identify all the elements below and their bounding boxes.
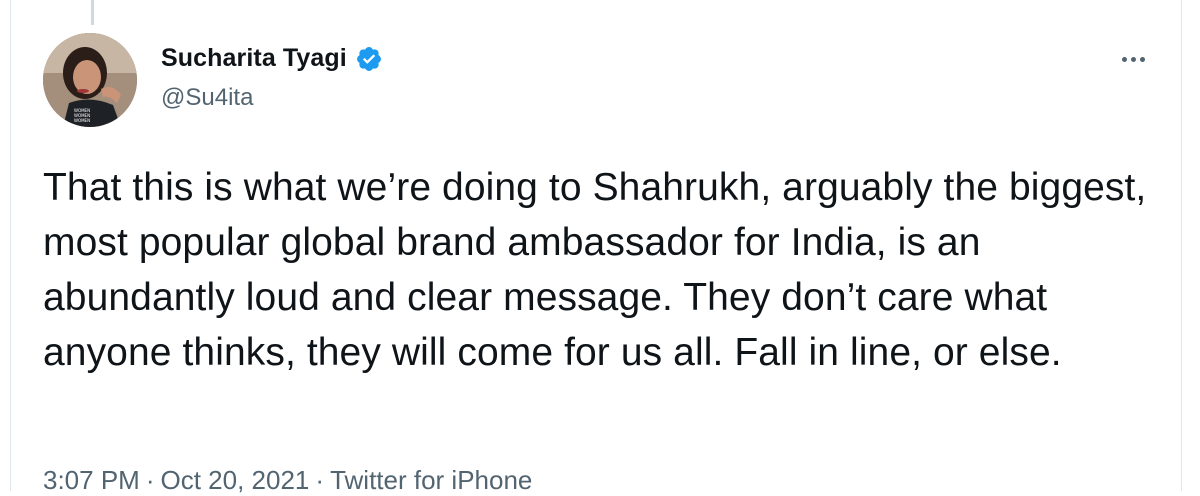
author-display-name[interactable]: Sucharita Tyagi	[161, 44, 347, 73]
author-handle[interactable]: @Su4ita	[161, 84, 253, 112]
avatar[interactable]: WOMEN WOMEN WOMEN	[43, 33, 137, 127]
more-options-icon	[1121, 56, 1127, 62]
tweet-text: That this is what we’re doing to Shahruk…	[43, 166, 1158, 374]
tweet-card: WOMEN WOMEN WOMEN Sucharita Tyagi @Su4it…	[10, 0, 1182, 495]
tweet-metadata: 3:07 PM · Oct 20, 2021 · Twitter for iPhone	[43, 465, 532, 496]
svg-text:WOMEN: WOMEN	[74, 118, 90, 123]
author-name-row: Sucharita Tyagi	[161, 44, 383, 73]
verified-badge-icon	[355, 45, 383, 73]
more-options-dot	[1130, 56, 1136, 62]
avatar-shirt-text: WOMEN WOMEN WOMEN	[73, 107, 103, 123]
more-options-button[interactable]	[1113, 44, 1153, 74]
more-options-dot	[1139, 56, 1145, 62]
avatar-image: WOMEN WOMEN WOMEN	[43, 33, 137, 127]
thread-connector-line	[91, 0, 94, 25]
